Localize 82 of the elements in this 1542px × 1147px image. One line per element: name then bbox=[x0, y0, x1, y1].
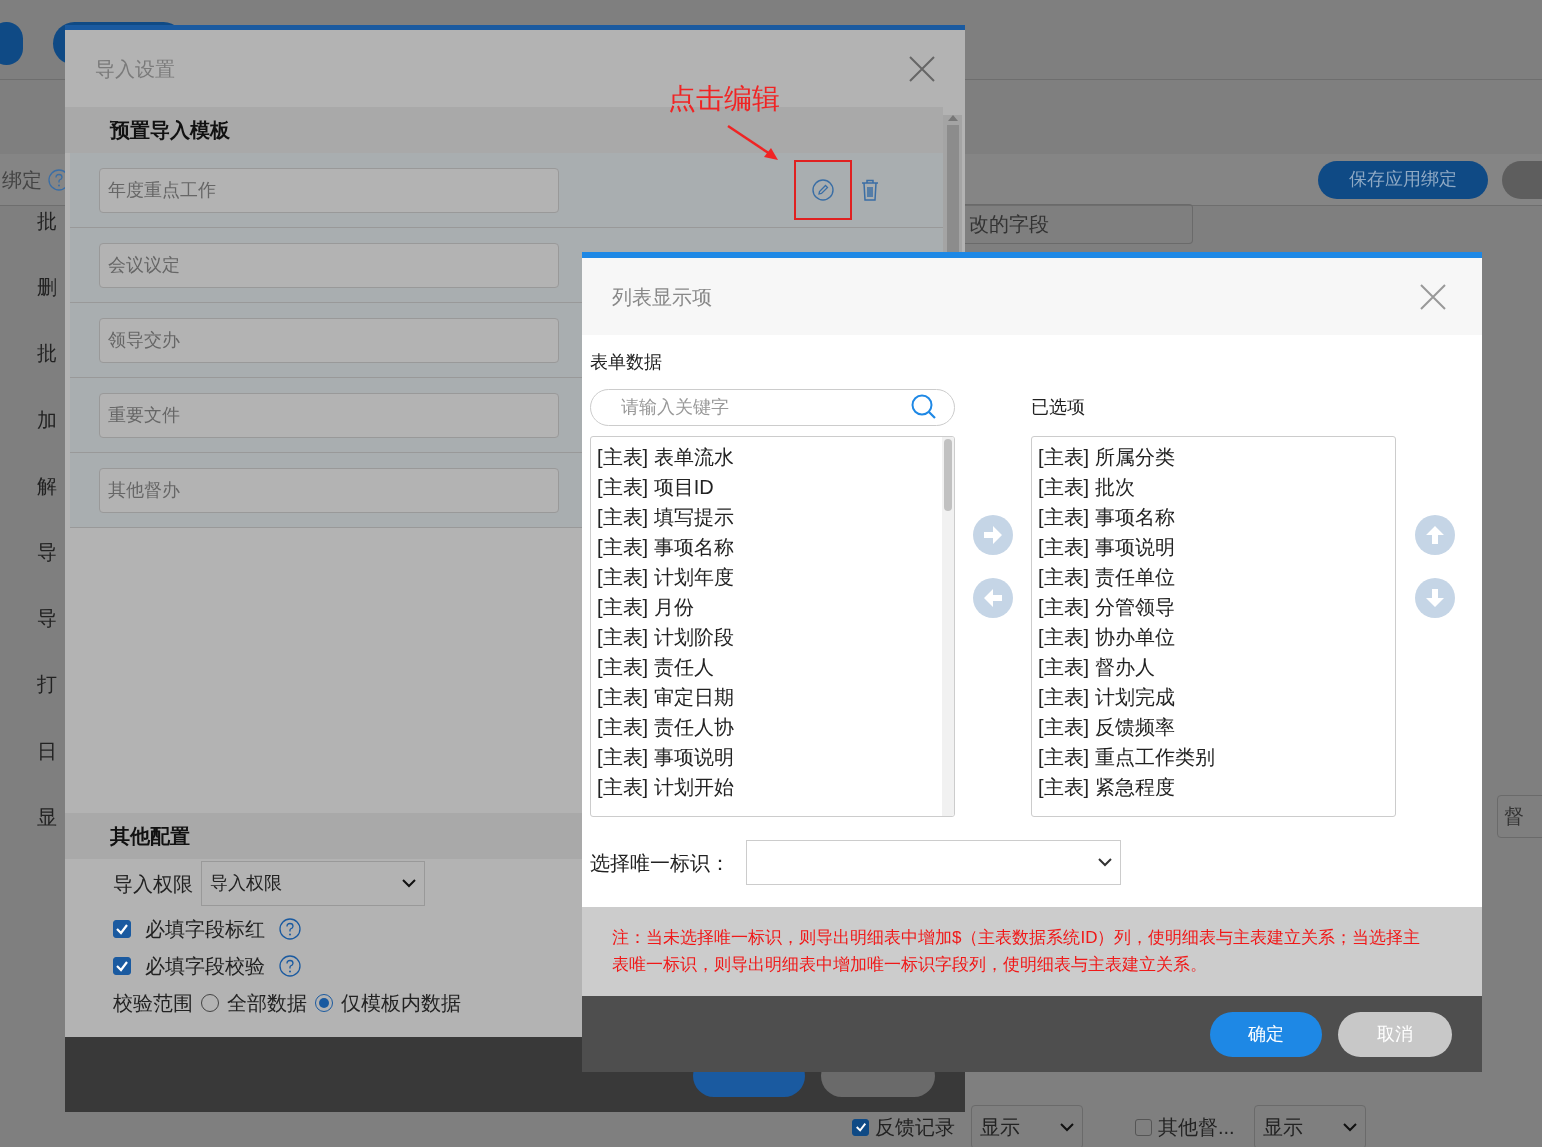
menu-item[interactable]: 批 bbox=[37, 206, 57, 236]
list-item[interactable]: [主表] 事项名称 bbox=[1038, 502, 1389, 532]
select-field[interactable]: 显示 bbox=[1254, 1105, 1366, 1147]
confirm-button[interactable]: 确定 bbox=[1210, 1011, 1322, 1057]
annotation-arrow bbox=[726, 124, 780, 162]
list-item[interactable]: [主表] 审定日期 bbox=[597, 682, 942, 712]
field-label: 导入权限 bbox=[113, 871, 193, 897]
help-icon[interactable] bbox=[279, 917, 301, 940]
chevron-down-icon bbox=[1343, 1122, 1357, 1132]
dialog-title: 导入设置 bbox=[95, 56, 175, 82]
list-item[interactable]: [主表] 重点工作类别 bbox=[1038, 742, 1389, 772]
list-item[interactable]: [主表] 所属分类 bbox=[1038, 442, 1389, 472]
section-label: 已选项 bbox=[1031, 396, 1086, 419]
note-text: 注：当未选择唯一标识，则导出明细表中增加$（主表数据系统ID）列，使明细表与主表建立关系；当选择主表唯一标识，则导出明细表中增加唯一标识字段列，使明细表与主表建立关系。 bbox=[582, 907, 1482, 996]
checkbox-label: 必填字段标红 bbox=[145, 916, 265, 942]
dialog-title: 列表显示项 bbox=[612, 284, 712, 310]
list-item[interactable]: [主表] 分管领导 bbox=[1038, 592, 1389, 622]
chevron-down-icon bbox=[402, 879, 416, 888]
checkbox[interactable] bbox=[113, 919, 131, 938]
binding-label: 绑定 bbox=[2, 167, 42, 193]
list-box[interactable]: [主表] 所属分类 [主表] 批次 [主表] 事项名称 [主表] 事项说明 [主表] 责任单位 [主表] 分管领导 [主表] 协办单位 [主表] 督办人 [主表] 计划完成 [主表] 反馈频率 [主表] 重点工作类别 [主表] 紧急程度 bbox=[1031, 436, 1396, 817]
chevron-down-icon bbox=[1060, 1122, 1074, 1132]
list-item[interactable]: [主表] 责任人 bbox=[597, 652, 942, 682]
checkmark-icon bbox=[854, 1121, 867, 1133]
list-item[interactable]: [主表] 表单流水 bbox=[597, 442, 942, 472]
move-down-button[interactable] bbox=[1415, 578, 1455, 618]
search-icon[interactable] bbox=[911, 394, 937, 420]
menu-item[interactable]: 加 bbox=[37, 404, 57, 435]
toolbar-button[interactable] bbox=[1502, 160, 1542, 199]
field-label: 校验范围 bbox=[113, 990, 193, 1016]
save-button[interactable]: 保存应用绑定 bbox=[1318, 160, 1488, 199]
list-box[interactable]: [主表] 表单流水 [主表] 项目ID [主表] 填写提示 [主表] 事项名称 [主表] 计划年度 [主表] 月份 [主表] 计划阶段 [主表] 责任人 [主表] 审定日期 [主表] 责任人协 [主表] 事项说明 [主表] 计划开始 bbox=[590, 436, 955, 817]
list-item[interactable]: [主表] 计划阶段 bbox=[597, 622, 942, 652]
help-icon[interactable] bbox=[279, 954, 301, 977]
edit-icon[interactable] bbox=[812, 179, 834, 201]
trash-icon[interactable] bbox=[861, 179, 879, 201]
close-icon[interactable] bbox=[909, 55, 935, 82]
checkbox[interactable] bbox=[852, 1118, 869, 1136]
scrollbar[interactable] bbox=[942, 437, 954, 816]
list-item[interactable]: [主表] 协办单位 bbox=[1038, 622, 1389, 652]
list-item[interactable]: [主表] 批次 bbox=[1038, 472, 1389, 502]
list-item[interactable]: [主表] 计划开始 bbox=[597, 772, 942, 802]
list-item[interactable]: [主表] 反馈频率 bbox=[1038, 712, 1389, 742]
move-right-icon bbox=[981, 523, 1005, 547]
scroll-up-icon[interactable] bbox=[947, 115, 958, 121]
checkbox[interactable] bbox=[1135, 1118, 1152, 1136]
menu-item[interactable]: 显 bbox=[37, 801, 57, 832]
menu-item[interactable]: 日 bbox=[37, 735, 57, 766]
select-field[interactable]: 显示 bbox=[971, 1105, 1083, 1147]
list-item[interactable]: [主表] 督办人 bbox=[1038, 652, 1389, 682]
close-icon[interactable] bbox=[1420, 283, 1446, 310]
checkbox[interactable] bbox=[113, 956, 131, 975]
list-item[interactable]: [主表] 计划年度 bbox=[597, 562, 942, 592]
list-item[interactable]: [主表] 项目ID bbox=[597, 472, 942, 502]
radio-label: 全部数据 bbox=[227, 990, 307, 1016]
move-right-button[interactable] bbox=[973, 515, 1013, 555]
menu-item[interactable]: 打 bbox=[37, 669, 57, 700]
chevron-down-icon bbox=[1098, 858, 1112, 867]
menu-item[interactable]: 解 bbox=[37, 470, 57, 501]
list-item[interactable]: [主表] 月份 bbox=[597, 592, 942, 622]
list-item[interactable]: [主表] 计划完成 bbox=[1038, 682, 1389, 712]
checkbox-label: 必填字段校验 bbox=[145, 953, 265, 979]
move-up-button[interactable] bbox=[1415, 515, 1455, 555]
checkbox-label: 其他督... bbox=[1158, 1115, 1236, 1140]
list-item[interactable]: [主表] 紧急程度 bbox=[1038, 772, 1389, 802]
menu-item[interactable]: 删 bbox=[37, 272, 57, 303]
select-field[interactable] bbox=[746, 840, 1121, 885]
list-item[interactable]: [主表] 事项说明 bbox=[597, 742, 942, 772]
menu-item[interactable]: 批 bbox=[37, 338, 57, 369]
radio-label: 仅模板内数据 bbox=[341, 990, 461, 1016]
select-field[interactable]: 导入权限 bbox=[201, 861, 425, 906]
list-item[interactable]: [主表] 填写提示 bbox=[597, 502, 942, 532]
menu-item[interactable]: 导 bbox=[37, 603, 57, 634]
list-item[interactable]: [主表] 责任单位 bbox=[1038, 562, 1389, 592]
list-item[interactable]: [主表] 事项名称 bbox=[597, 532, 942, 562]
search-field[interactable]: 请输入关键字 bbox=[590, 389, 955, 426]
menu-item[interactable]: 导 bbox=[37, 536, 57, 567]
move-left-button[interactable] bbox=[973, 578, 1013, 618]
list-item[interactable]: [主表] 责任人协 bbox=[597, 712, 942, 742]
list-item[interactable]: [主表] 事项说明 bbox=[1038, 532, 1389, 562]
section-label: 表单数据 bbox=[590, 351, 663, 374]
checkbox-label: 反馈记录 bbox=[875, 1115, 956, 1140]
